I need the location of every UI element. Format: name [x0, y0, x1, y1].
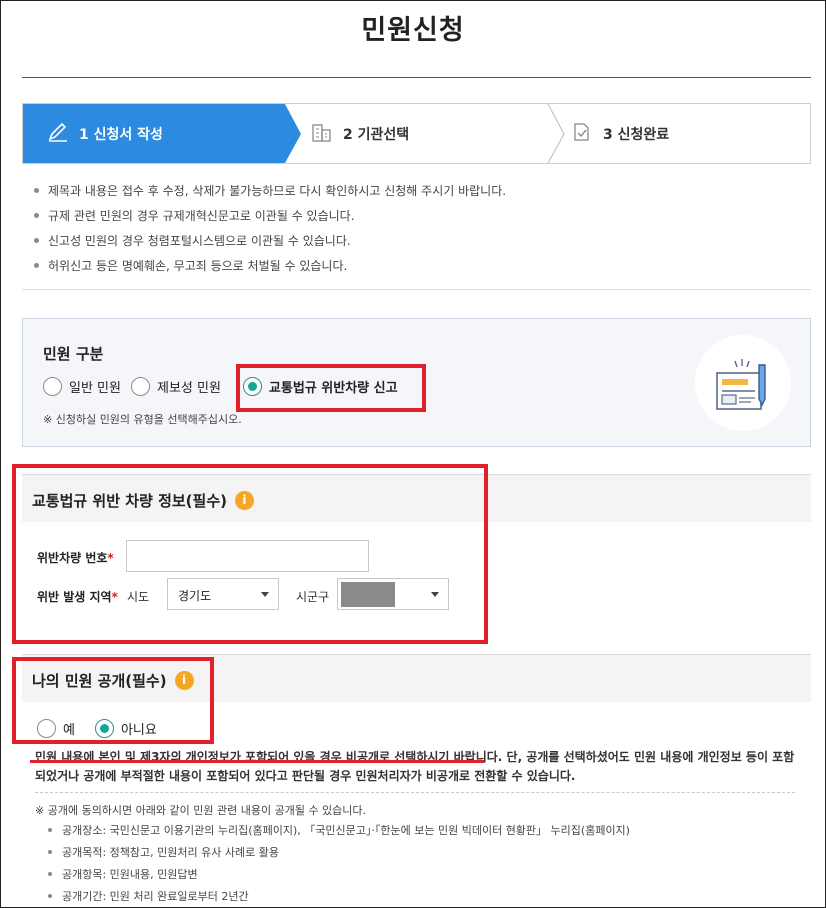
page-title: 민원신청 — [361, 15, 465, 46]
step-2-label: 2 기관선택 — [343, 126, 410, 143]
notice-item: 허위신고 등은 명예훼손, 무고죄 등으로 처벌될 수 있습니다. — [34, 257, 506, 282]
divider — [22, 289, 811, 290]
step-1-arrow — [285, 104, 301, 163]
step-2: 2 기관선택 — [311, 104, 409, 163]
complaint-type-title: 민원 구분 — [43, 345, 104, 363]
step-1: 1 신청서 작성 — [23, 104, 285, 163]
highlight-box — [236, 364, 426, 412]
step-3: 3 신청완료 — [571, 104, 669, 163]
step-3-label: 3 신청완료 — [603, 126, 670, 143]
list-item: 공개기간: 민원 처리 완료일로부터 2년간 — [48, 888, 630, 908]
notice-item: 제목과 내용은 접수 후 수정, 삭제가 불가능하므로 다시 확인하시고 신청해… — [34, 182, 506, 207]
disclosure-note: ※ 공개에 동의하시면 아래와 같이 민원 관련 내용이 공개될 수 있습니다. — [35, 804, 367, 817]
list-item: 공개목적: 정책참고, 민원처리 유사 사례로 활용 — [48, 844, 630, 866]
complaint-type-note: ※ 신청하실 민원의 유형을 선택해주십시오. — [43, 413, 242, 426]
disclosure-warning: 민원 내용에 본인 및 제3자의 개인정보가 포함되어 있을 경우 비공개로 선… — [35, 750, 795, 783]
step-1-label: 1 신청서 작성 — [79, 126, 163, 143]
list-item: 공개장소: 국민신문고 이용기관의 누리집(홈페이지), 「국민신문고」·「한눈… — [48, 822, 630, 844]
building-icon — [311, 122, 333, 146]
disclosure-items: 공개장소: 국민신문고 이용기관의 누리집(홈페이지), 「국민신문고」·「한눈… — [48, 822, 630, 908]
step-progress: 1 신청서 작성 2 기관선택 3 신청완료 — [22, 103, 811, 164]
notice-item: 규제 관련 민원의 경우 규제개혁신문고로 이관될 수 있습니다. — [34, 207, 506, 232]
radio-label: 일반 민원 — [69, 381, 121, 396]
document-check-icon — [571, 122, 593, 146]
radio-report[interactable]: 제보성 민원 — [130, 377, 221, 396]
radio-button[interactable] — [43, 377, 62, 396]
application-form-illustration-icon — [695, 335, 791, 431]
step-separator-icon — [547, 104, 565, 163]
radio-button[interactable] — [130, 377, 150, 396]
highlight-box — [12, 464, 488, 644]
dashed-divider — [35, 792, 795, 793]
list-item: 공개항목: 민원내용, 민원답변 — [48, 866, 630, 888]
notice-list: 제목과 내용은 접수 후 수정, 삭제가 불가능하므로 다시 확인하시고 신청해… — [34, 182, 506, 282]
title-divider — [22, 77, 811, 78]
radio-general[interactable]: 일반 민원 — [43, 377, 121, 396]
pencil-icon — [47, 122, 69, 146]
notice-item: 신고성 민원의 경우 청렴포털시스템으로 이관될 수 있습니다. — [34, 232, 506, 257]
highlight-box — [12, 657, 214, 744]
highlight-underline — [30, 760, 484, 763]
radio-label: 제보성 민원 — [156, 381, 221, 396]
